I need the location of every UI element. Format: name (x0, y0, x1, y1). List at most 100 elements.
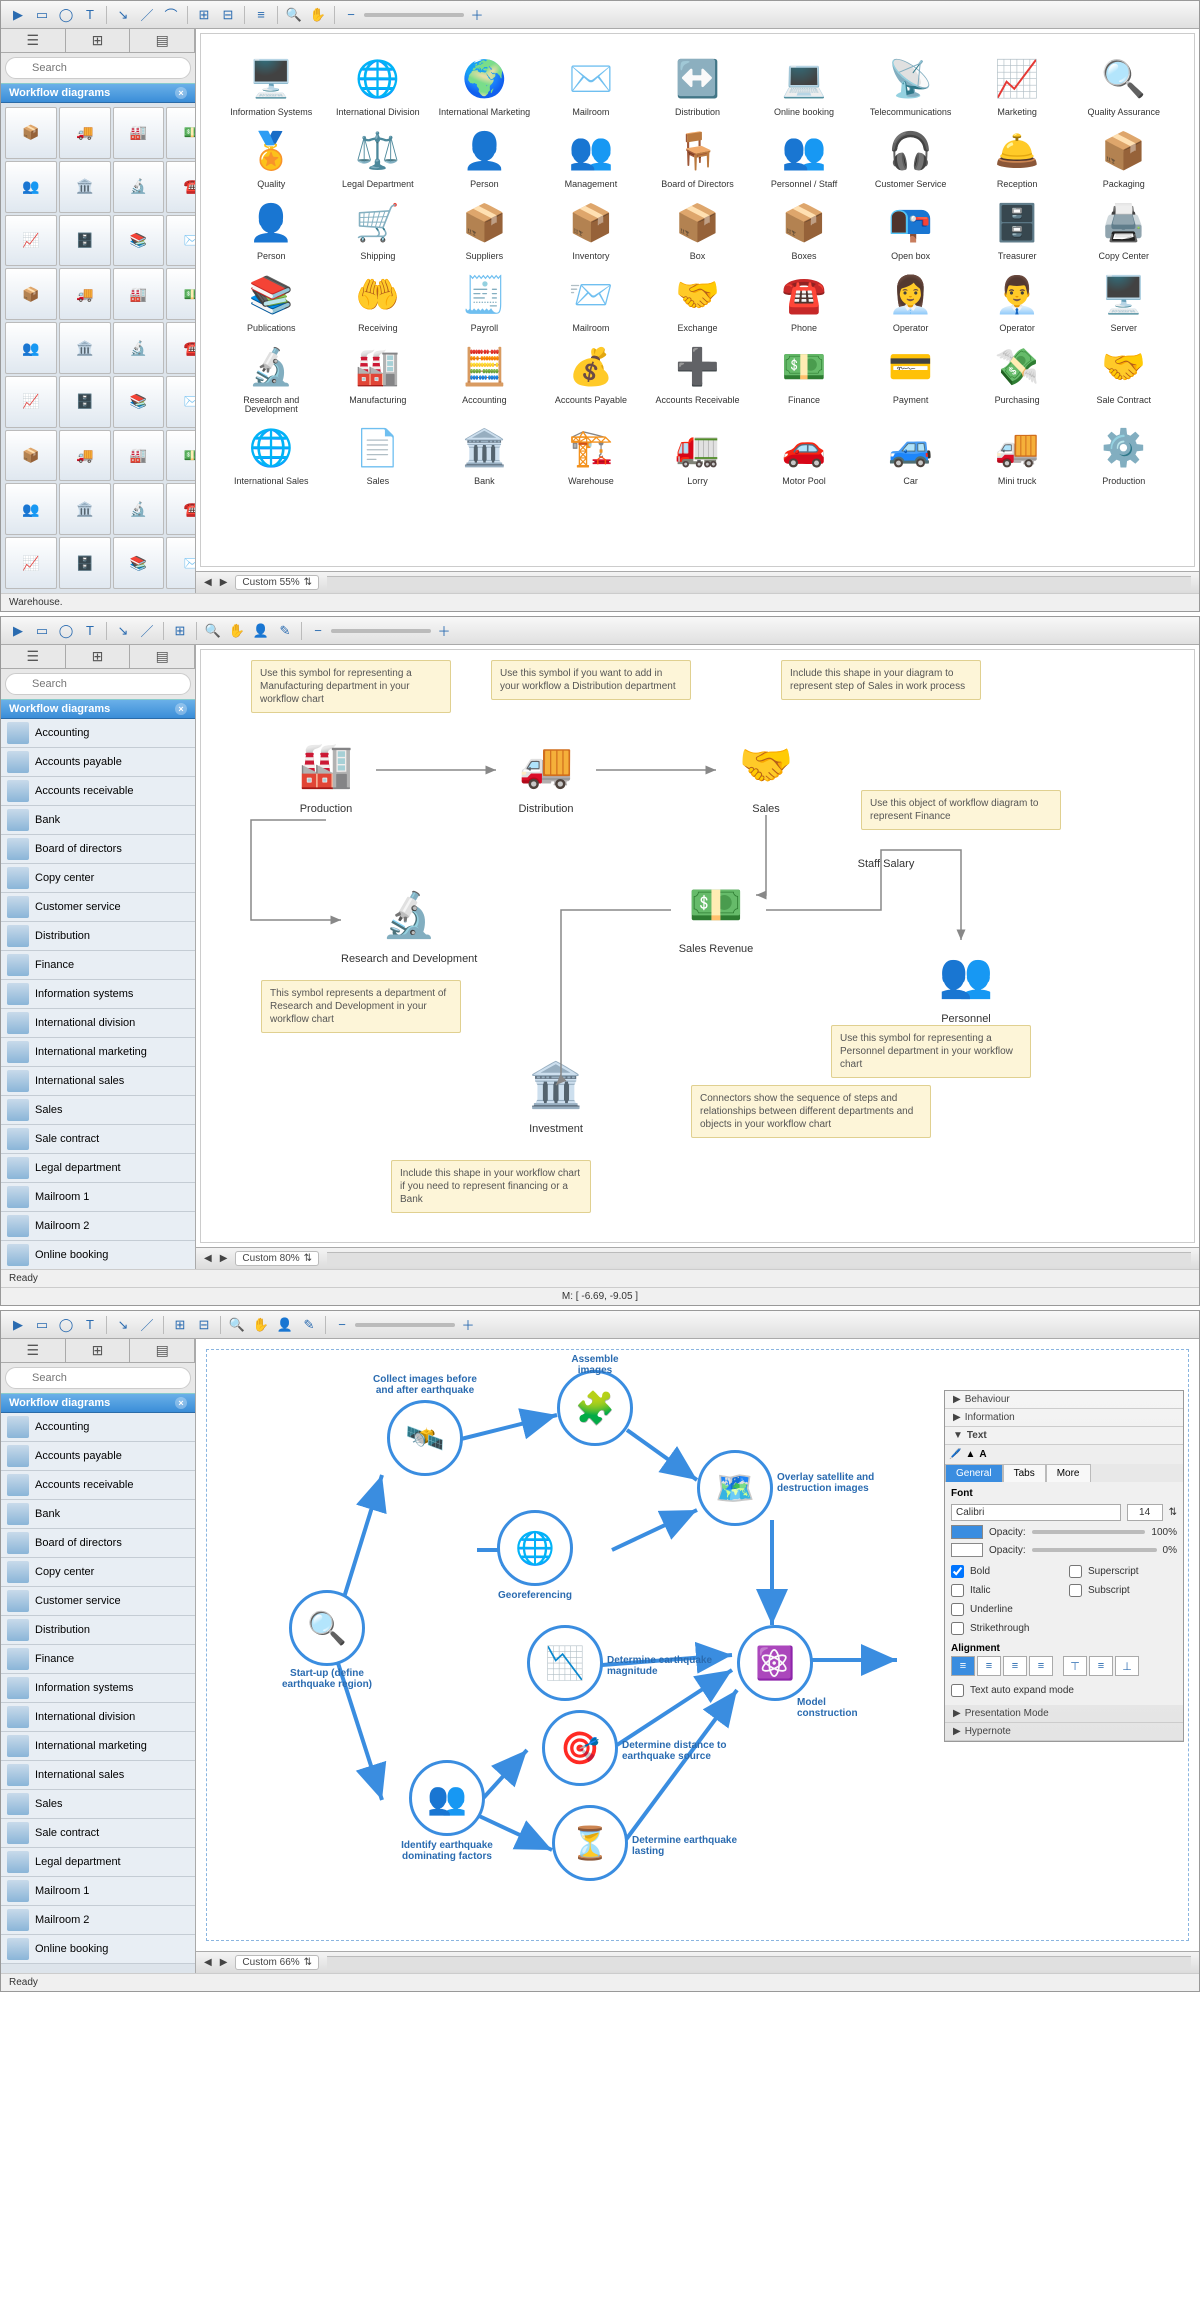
sidebar-item[interactable]: Legal department (1, 1154, 195, 1183)
library-icon[interactable]: 🤝Sale Contract (1073, 342, 1174, 416)
thumb[interactable]: ☎️ (166, 322, 195, 374)
library-icon[interactable]: 🤝Exchange (647, 270, 748, 334)
zoom-in-icon[interactable]: ＋ (466, 4, 488, 26)
zoom-control[interactable]: Custom 80%⇅ (235, 1251, 319, 1266)
sidebar-item[interactable]: Mailroom 2 (1, 1212, 195, 1241)
sidebar-item[interactable]: International division (1, 1009, 195, 1038)
text-icon[interactable]: T (79, 1314, 101, 1336)
library-icon[interactable]: 👩‍💼Operator (860, 270, 961, 334)
pointer-icon[interactable]: ▶ (7, 1314, 29, 1336)
align-right[interactable]: ≡ (1003, 1656, 1027, 1676)
node-production[interactable]: 🏭Production (281, 730, 371, 815)
library-icon[interactable]: 🛎️Reception (967, 126, 1068, 190)
chk-strike[interactable]: Strikethrough (951, 1620, 1059, 1637)
note-finance[interactable]: Use this object of workflow diagram to r… (861, 790, 1061, 830)
library-icon[interactable]: 🌍International Marketing (434, 54, 535, 118)
node-startup[interactable]: 🔍Start-up (define earthquake region) (267, 1590, 387, 1690)
thumb[interactable]: 💵 (166, 107, 195, 159)
canvas[interactable]: 🖥️Information Systems🌐International Divi… (200, 33, 1195, 567)
stepper-icon[interactable]: ⇅ (1169, 1507, 1177, 1518)
page-prev-icon[interactable]: ◀ (204, 1253, 212, 1264)
opacity-slider-2[interactable] (1032, 1548, 1157, 1552)
thumb[interactable]: 📚 (113, 376, 165, 428)
chk-auto-expand[interactable]: Text auto expand mode (951, 1682, 1177, 1699)
thumb[interactable]: 📦 (5, 268, 57, 320)
zoom-out-icon[interactable]: − (331, 1314, 353, 1336)
search-input[interactable] (5, 57, 191, 79)
library-icon[interactable]: 📦Suppliers (434, 198, 535, 262)
pencil-icon[interactable]: ✎ (274, 620, 296, 642)
thumb[interactable]: 💵 (166, 268, 195, 320)
sidebar-item[interactable]: Mailroom 1 (1, 1877, 195, 1906)
node-distance[interactable]: 🎯Determine distance to earthquake source (542, 1710, 618, 1786)
sidebar-item[interactable]: Copy center (1, 1558, 195, 1587)
library-icon[interactable]: 🖥️Server (1073, 270, 1174, 334)
text-style-icon[interactable]: 🖊️ (949, 1449, 961, 1460)
panel-header[interactable]: Workflow diagrams × (1, 83, 195, 103)
close-icon[interactable]: × (175, 87, 187, 99)
page-next-icon[interactable]: ▶ (220, 1957, 228, 1968)
thumb[interactable]: 📦 (5, 430, 57, 482)
library-icon[interactable]: 📚Publications (221, 270, 322, 334)
page-prev-icon[interactable]: ◀ (204, 577, 212, 588)
node-investment[interactable]: 🏛️Investment (511, 1050, 601, 1135)
node-lasting[interactable]: ⏳Determine earthquake lasting (552, 1805, 628, 1881)
zoom-control[interactable]: Custom 55% ⇅ (235, 575, 319, 590)
h-scrollbar[interactable] (327, 1956, 1191, 1970)
canvas[interactable]: Use this symbol for representing a Manuf… (200, 649, 1195, 1243)
note-connectors[interactable]: Connectors show the sequence of steps an… (691, 1085, 931, 1138)
library-icon[interactable]: ☎️Phone (754, 270, 855, 334)
canvas[interactable]: 🔍Start-up (define earthquake region) 🛰️C… (206, 1349, 1189, 1941)
chk-underline[interactable]: Underline (951, 1601, 1059, 1618)
library-icon[interactable]: 💻Online booking (754, 54, 855, 118)
library-icon[interactable]: 👥Management (541, 126, 642, 190)
node-georef[interactable]: 🌐Georeferencing (497, 1510, 573, 1601)
library-icon[interactable]: 🗄️Treasurer (967, 198, 1068, 262)
thumb[interactable]: 🚚 (59, 430, 111, 482)
library-icon[interactable]: 📦Packaging (1073, 126, 1174, 190)
node-sales[interactable]: 🤝Sales (721, 730, 811, 815)
node-collect[interactable]: 🛰️Collect images before and after earthq… (387, 1400, 463, 1476)
valign-mid[interactable]: ≡ (1089, 1656, 1113, 1676)
library-icon[interactable]: 🤲Receiving (328, 270, 429, 334)
sidebar-item[interactable]: International sales (1, 1761, 195, 1790)
list-view-tab[interactable]: ☰ (1, 29, 66, 52)
zoom-out-icon[interactable]: − (340, 4, 362, 26)
library-icon[interactable]: ✉️Mailroom (541, 54, 642, 118)
library-icon[interactable]: 🏛️Bank (434, 423, 535, 487)
library-icon[interactable]: 📨Mailroom (541, 270, 642, 334)
grid-view-tab[interactable]: ⊞ (66, 1339, 131, 1362)
zoom-slider[interactable] (331, 629, 431, 633)
text-icon[interactable]: T (79, 620, 101, 642)
sidebar-item[interactable]: Online booking (1, 1241, 195, 1269)
library-icon[interactable]: 📡Telecommunications (860, 54, 961, 118)
panel-header[interactable]: Workflow diagrams × (1, 699, 195, 719)
detail-view-tab[interactable]: ▤ (130, 645, 195, 668)
sidebar-item[interactable]: Information systems (1, 1674, 195, 1703)
sidebar-item[interactable]: Sale contract (1, 1819, 195, 1848)
library-icon[interactable]: 🌐International Division (328, 54, 429, 118)
library-icon[interactable]: 🚙Car (860, 423, 961, 487)
group-icon[interactable]: ⊞ (169, 1314, 191, 1336)
sidebar-item[interactable]: Sales (1, 1790, 195, 1819)
detail-view-tab[interactable]: ▤ (130, 29, 195, 52)
rect-icon[interactable]: ▭ (31, 4, 53, 26)
detail-view-tab[interactable]: ▤ (130, 1339, 195, 1362)
connector-icon[interactable]: ↘ (112, 1314, 134, 1336)
note-sales[interactable]: Include this shape in your diagram to re… (781, 660, 981, 700)
h-scrollbar[interactable] (327, 576, 1191, 590)
thumb[interactable]: 📈 (5, 215, 57, 267)
sidebar-item[interactable]: International sales (1, 1067, 195, 1096)
font-size[interactable]: 14 (1127, 1504, 1163, 1521)
library-icon[interactable]: 💳Payment (860, 342, 961, 416)
library-icon[interactable]: ⚙️Production (1073, 423, 1174, 487)
group-icon[interactable]: ⊞ (169, 620, 191, 642)
thumb[interactable]: 👥 (5, 322, 57, 374)
section-presentation[interactable]: ▶ Presentation Mode (945, 1705, 1183, 1723)
library-icon[interactable]: 👨‍💼Operator (967, 270, 1068, 334)
ellipse-icon[interactable]: ◯ (55, 4, 77, 26)
chk-italic[interactable]: Italic (951, 1582, 1059, 1599)
person-icon[interactable]: 👤 (274, 1314, 296, 1336)
chk-subscript[interactable]: Subscript (1069, 1582, 1177, 1599)
page-next-icon[interactable]: ▶ (220, 1253, 228, 1264)
